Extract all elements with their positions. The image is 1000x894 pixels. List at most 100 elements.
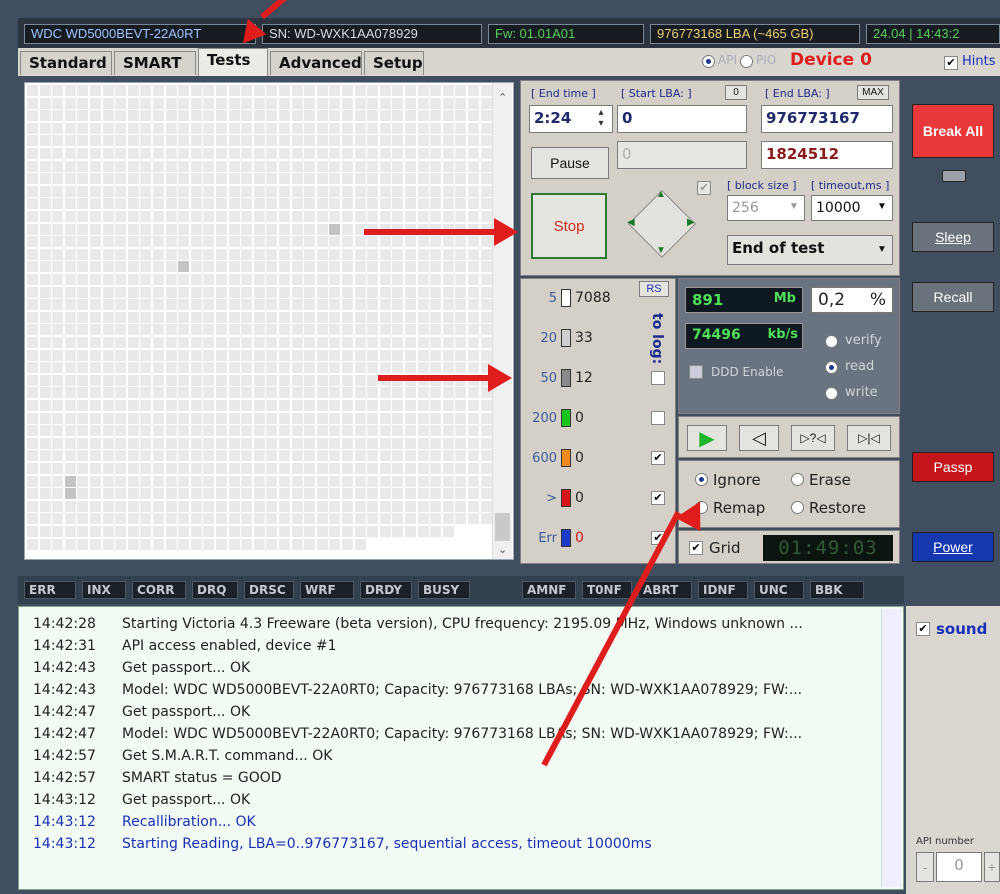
grid-cell [77,374,89,386]
log-scrollbar[interactable] [881,609,901,887]
grid-cell [253,148,265,159]
grid-cell [153,513,164,525]
api-number-decrement[interactable]: - [916,852,934,882]
grid-cell [379,160,391,172]
grid-scrollbar[interactable]: ⌃ ⌄ [492,83,512,559]
api-number-input[interactable]: 0 [936,852,982,882]
tab-tests[interactable]: Tests [198,48,268,76]
end-action-dropdown-icon[interactable]: ▼ [877,244,887,255]
grid-cell [304,299,316,311]
grid-cell [442,324,454,336]
verify-radio[interactable] [825,335,838,348]
read-radio[interactable] [825,361,838,374]
grid-cell [342,211,353,222]
ddd-enable-checkbox[interactable] [689,365,703,379]
to-log-checkbox[interactable]: ✔ [651,491,665,505]
remap-label: Remap [713,499,766,517]
grid-cell [165,148,177,159]
restore-radio[interactable] [791,501,804,514]
grid-cell [102,475,114,487]
grid-cell [455,274,467,285]
block-size-dropdown-icon[interactable]: ▼ [789,201,799,212]
grid-cell [190,374,202,386]
grid-cell [203,337,215,348]
write-radio[interactable] [825,387,838,400]
block-size-checkbox[interactable]: ✔ [697,181,711,195]
navigation-dpad[interactable]: ▲ ▼ ◀ ▶ [625,187,699,261]
start-lba-input[interactable]: 0 [617,105,747,133]
stop-button[interactable]: Stop [531,193,607,259]
grid-cell [153,122,164,134]
erase-radio[interactable] [791,473,804,486]
grid-cell [417,349,429,361]
to-log-checkbox[interactable]: ✔ [651,451,665,465]
grid-cell [228,513,240,525]
timeout-dropdown-icon[interactable]: ▼ [877,201,887,212]
grid-cell [27,286,38,298]
end-time-spinner-icon[interactable]: ▴ ▾ [593,107,609,131]
sleep-button[interactable]: Sleep [912,222,994,252]
dpad-right-icon[interactable]: ▶ [687,217,695,228]
start-lba-zero-button[interactable]: 0 [725,85,747,100]
grid-cell [266,173,278,185]
grid-cell [253,211,265,222]
api-number-increment[interactable]: + [984,852,1000,882]
scroll-down-icon[interactable]: ⌄ [498,543,507,556]
to-log-checkbox[interactable] [651,411,665,425]
dpad-down-icon[interactable]: ▼ [656,245,666,256]
block-color-swatch [561,369,571,387]
scroll-thumb[interactable] [495,513,510,541]
end-lba-input[interactable]: 976773167 [761,105,893,133]
passport-button[interactable]: Passp [912,452,994,482]
scroll-up-icon[interactable]: ⌃ [498,91,507,104]
tab-advanced[interactable]: Advanced [270,51,362,75]
ignore-radio[interactable] [695,473,708,486]
play-backward-icon[interactable]: ◁ [739,425,779,451]
rs-button[interactable]: RS [639,281,669,297]
end-action-select[interactable]: End of test [727,235,893,265]
random-seek-icon[interactable]: ▷?◁ [791,425,835,451]
grid-cell [190,110,202,122]
device-label: Device 0 [790,50,872,70]
tab-smart[interactable]: SMART [114,51,196,75]
grid-cell [203,223,215,235]
grid-cell [417,425,429,437]
grid-cell [52,97,64,109]
grid-cell [203,236,215,248]
butterfly-seek-icon[interactable]: ▷|◁ [847,425,891,451]
grid-cell [64,437,76,449]
power-button[interactable]: Power [912,532,994,562]
grid-cell [342,185,353,197]
grid-cell [127,286,139,298]
break-all-button[interactable]: Break All [912,104,994,158]
grid-cell [354,248,366,260]
grid-cell [140,311,152,323]
grid-checkbox[interactable]: ✔ [689,541,703,555]
side-lower-panel: ✔ sound API number - 0 + [906,606,1000,894]
grid-cell [417,122,429,134]
tab-standard[interactable]: Standard [20,51,112,75]
pio-radio[interactable] [740,55,753,68]
dpad-left-icon[interactable]: ◀ [627,217,635,228]
grid-cell [64,160,76,172]
to-log-checkbox[interactable] [651,371,665,385]
grid-cell [127,349,139,361]
dpad-up-icon[interactable]: ▲ [656,189,666,200]
grid-cell [216,198,227,210]
grid-cell [329,160,341,172]
api-number-label: API number [916,836,975,847]
grid-cell [291,198,303,210]
max-button[interactable]: MAX [857,85,889,100]
grid-cell [430,500,442,512]
hints-checkbox[interactable]: ✔ [944,56,958,70]
grid-cell [367,337,379,348]
pause-button[interactable]: Pause [531,147,609,179]
recall-button[interactable]: Recall [912,282,994,312]
play-forward-icon[interactable]: ▶ [687,425,727,451]
api-radio[interactable] [702,55,715,68]
grid-cell [480,299,492,311]
tab-setup[interactable]: Setup [364,51,424,75]
grid-cell [39,223,51,235]
drive-serial: SN: WD-WXK1AA078929 [262,24,482,44]
sound-checkbox[interactable]: ✔ [916,622,930,636]
